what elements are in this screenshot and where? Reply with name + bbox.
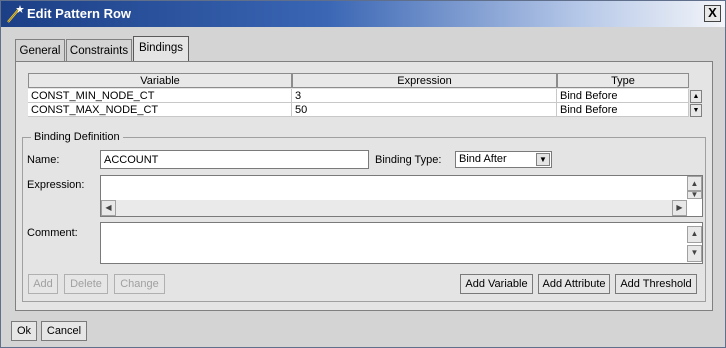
- close-icon: X: [708, 5, 717, 20]
- cancel-button[interactable]: Cancel: [41, 321, 87, 341]
- table-row[interactable]: CONST_MAX_NODE_CT 50 Bind Before: [28, 103, 689, 117]
- change-button[interactable]: Change: [114, 274, 165, 294]
- cell-variable: CONST_MAX_NODE_CT: [28, 103, 292, 117]
- table-header: Variable Expression Type: [28, 73, 689, 88]
- add-threshold-button[interactable]: Add Threshold: [615, 274, 697, 294]
- column-header-type[interactable]: Type: [557, 73, 689, 88]
- column-header-variable[interactable]: Variable: [28, 73, 292, 88]
- expression-scroll-up-button[interactable]: ▲: [687, 176, 702, 191]
- chevron-down-icon: ▼: [536, 153, 550, 166]
- ok-button[interactable]: Ok: [11, 321, 37, 341]
- expression-scroll-left-button[interactable]: ◀: [101, 200, 116, 216]
- group-title: Binding Definition: [31, 131, 123, 143]
- name-input[interactable]: [100, 150, 369, 169]
- title-bar: Edit Pattern Row X: [1, 1, 725, 27]
- add-button[interactable]: Add: [28, 274, 58, 294]
- expression-hscroll-track[interactable]: [116, 200, 672, 216]
- cell-variable: CONST_MIN_NODE_CT: [28, 89, 292, 103]
- table-row[interactable]: CONST_MIN_NODE_CT 3 Bind Before: [28, 89, 689, 103]
- arrow-up-icon: ▲: [690, 229, 699, 238]
- arrow-right-icon: ▶: [676, 203, 683, 212]
- column-header-expression[interactable]: Expression: [292, 73, 557, 88]
- binding-type-select[interactable]: Bind After ▼: [455, 151, 552, 168]
- cell-expression: 50: [292, 103, 557, 117]
- tab-bindings[interactable]: Bindings: [133, 36, 189, 62]
- expression-scroll-down-button[interactable]: ▼: [687, 191, 702, 199]
- expression-textarea[interactable]: ▲ ▼ ◀ ▶: [100, 175, 703, 217]
- expression-label: Expression:: [27, 179, 85, 191]
- cell-type: Bind Before: [557, 89, 689, 103]
- table-scroll-up-button[interactable]: ▲: [690, 90, 702, 103]
- expression-scroll-right-button[interactable]: ▶: [672, 200, 687, 216]
- binding-definition-group: Binding Definition Name: Binding Type: B…: [22, 131, 706, 302]
- arrow-up-icon: ▲: [690, 179, 699, 188]
- comment-scroll-down-button[interactable]: ▼: [687, 245, 702, 262]
- delete-button[interactable]: Delete: [64, 274, 108, 294]
- table-scroll-down-button[interactable]: ▼: [690, 104, 702, 117]
- bindings-panel: Variable Expression Type CONST_MIN_NODE_…: [15, 61, 713, 311]
- edit-pattern-row-dialog: Edit Pattern Row X General Constraints B…: [0, 0, 726, 348]
- arrow-down-icon: ▼: [690, 190, 699, 199]
- arrow-down-icon: ▼: [690, 248, 699, 257]
- bindings-table: Variable Expression Type CONST_MIN_NODE_…: [28, 73, 702, 121]
- arrow-up-icon: ▲: [692, 93, 700, 100]
- binding-type-label: Binding Type:: [375, 154, 442, 166]
- tab-constraints[interactable]: Constraints: [66, 39, 132, 61]
- binding-type-value: Bind After: [459, 153, 507, 165]
- wand-icon: [7, 5, 24, 23]
- comment-label: Comment:: [27, 227, 78, 239]
- window-title: Edit Pattern Row: [27, 6, 132, 21]
- arrow-left-icon: ◀: [105, 203, 112, 212]
- cell-expression: 3: [292, 89, 557, 103]
- close-button[interactable]: X: [704, 5, 721, 22]
- cell-type: Bind Before: [557, 103, 689, 117]
- arrow-down-icon: ▼: [692, 107, 700, 114]
- comment-scroll-up-button[interactable]: ▲: [687, 226, 702, 243]
- comment-textarea[interactable]: ▲ ▼: [100, 222, 703, 264]
- add-variable-button[interactable]: Add Variable: [460, 274, 533, 294]
- add-attribute-button[interactable]: Add Attribute: [538, 274, 610, 294]
- tab-general[interactable]: General: [15, 39, 65, 61]
- name-label: Name:: [27, 154, 60, 166]
